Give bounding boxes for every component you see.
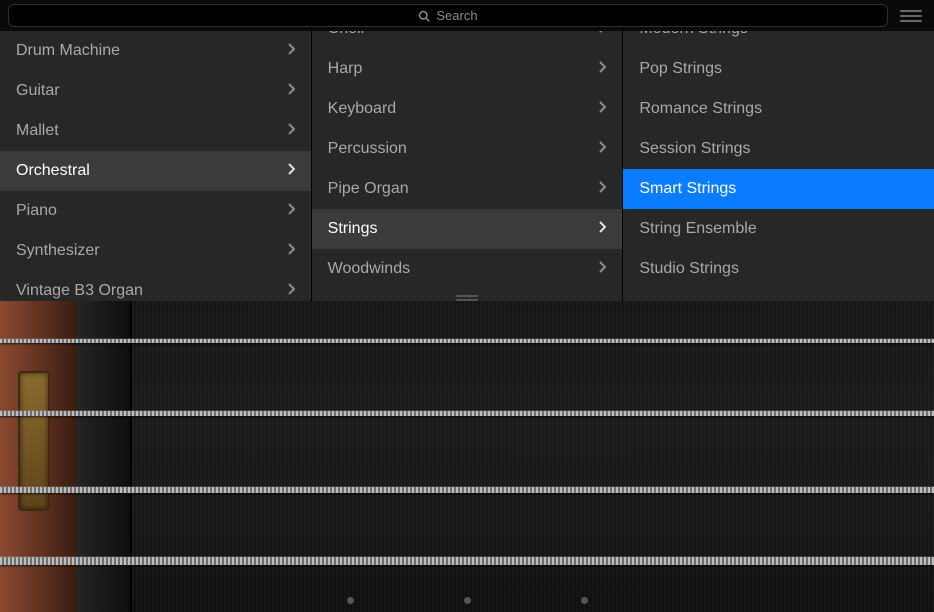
preset-item[interactable]: Modern Strings [623,31,934,49]
search-placeholder: Search [436,8,477,23]
string-2[interactable] [0,411,934,416]
chevron-right-icon [598,31,606,38]
subcategory-item[interactable]: Harp [312,49,623,89]
top-bar: Search [0,0,934,31]
chevron-right-icon [598,140,606,158]
chevron-right-icon [287,162,295,180]
preset-item[interactable]: Session Strings [623,129,934,169]
preset-item[interactable]: Studio Strings [623,249,934,289]
chevron-right-icon [598,220,606,238]
category-item-label: Mallet [16,122,59,140]
chevron-right-icon [287,82,295,100]
subcategory-item-label: Woodwinds [328,260,410,278]
chevron-right-icon [287,282,295,300]
string-3[interactable] [0,487,934,493]
chevron-right-icon [287,242,295,260]
category-item[interactable]: Mallet [0,111,311,151]
column-presets: Modern Strings Pop Strings Romance Strings… [623,31,934,301]
subcategory-item[interactable]: Choir [312,31,623,49]
page-dot[interactable] [581,597,588,604]
chevron-right-icon [598,60,606,78]
subcategory-item[interactable]: Percussion [312,129,623,169]
subcategory-item[interactable]: Woodwinds [312,249,623,289]
subcategory-item-label: Choir [328,31,366,38]
strings [0,301,934,612]
preset-item[interactable]: Smart Strings [623,169,934,209]
menu-icon[interactable] [896,5,926,27]
preset-item[interactable]: Romance Strings [623,89,934,129]
column-categories: Drum Machine Guitar Mallet Orchestral Piano S… [0,31,312,301]
page-dot[interactable] [347,597,354,604]
category-item-label: Drum Machine [16,42,120,60]
chevron-right-icon [287,122,295,140]
preset-item-label: Smart Strings [639,180,736,198]
subcategory-item[interactable]: Pipe Organ [312,169,623,209]
category-item[interactable]: Synthesizer [0,231,311,271]
category-item[interactable]: Vintage B3 Organ [0,271,311,301]
subcategory-item[interactable]: Strings [312,209,623,249]
subcategory-item-label: Harp [328,60,363,78]
preset-item-label: String Ensemble [639,220,756,238]
preset-item[interactable]: Pop Strings [623,49,934,89]
string-1[interactable] [0,339,934,343]
subcategory-item-label: Strings [328,220,378,238]
search-input[interactable]: Search [8,4,888,27]
browser-panel: Drum Machine Guitar Mallet Orchestral Piano S… [0,31,934,301]
chevron-right-icon [287,42,295,60]
column-subcategories: Choir Harp Keyboard Percussion Pipe Organ Str… [312,31,624,301]
preset-item-label: Romance Strings [639,100,762,118]
chevron-right-icon [598,180,606,198]
category-item-label: Orchestral [16,162,90,180]
preset-item-label: Session Strings [639,140,750,158]
category-item[interactable]: Orchestral [0,151,311,191]
preset-item[interactable]: String Ensemble [623,209,934,249]
subcategory-item-label: Percussion [328,140,407,158]
preset-item-label: Pop Strings [639,60,722,78]
chevron-right-icon [287,202,295,220]
category-item[interactable]: Drum Machine [0,31,311,71]
page-indicator[interactable] [0,597,934,604]
category-item-label: Guitar [16,82,60,100]
page-dot[interactable] [464,597,471,604]
subcategory-item-label: Pipe Organ [328,180,409,198]
category-item-label: Synthesizer [16,242,100,260]
subcategory-item[interactable]: Keyboard [312,89,623,129]
preset-item-label: Modern Strings [639,31,748,38]
category-item-label: Piano [16,202,57,220]
category-item[interactable]: Piano [0,191,311,231]
category-item-label: Vintage B3 Organ [16,282,143,300]
subcategory-item-label: Keyboard [328,100,397,118]
instrument-view[interactable] [0,301,934,612]
preset-item-label: Studio Strings [639,260,739,278]
category-item[interactable]: Guitar [0,71,311,111]
string-4[interactable] [0,557,934,565]
search-icon [418,10,430,22]
chevron-right-icon [598,260,606,278]
chevron-right-icon [598,100,606,118]
